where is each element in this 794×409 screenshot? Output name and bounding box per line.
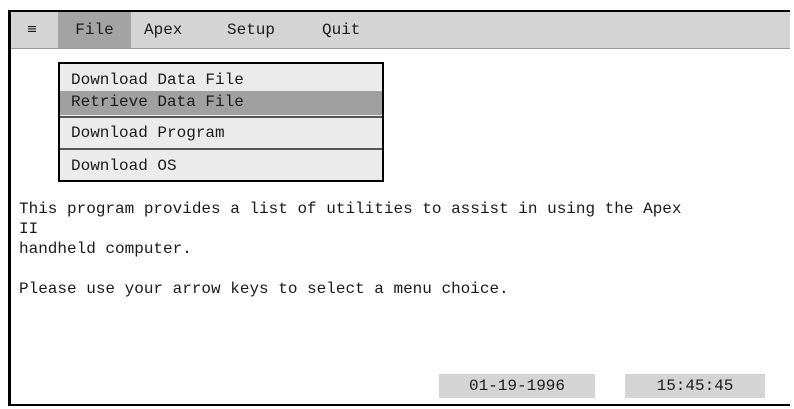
application-window: ≡ File Apex Setup Quit Download Data Fil… — [8, 10, 790, 406]
time-display: 15:45:45 — [625, 374, 765, 398]
menu-separator — [60, 116, 382, 118]
menu-file[interactable]: File — [58, 12, 131, 48]
menu-setup[interactable]: Setup — [227, 12, 275, 48]
menu-item-download-data-file[interactable]: Download Data File — [60, 71, 382, 89]
menu-item-retrieve-data-file[interactable]: Retrieve Data File — [60, 91, 382, 115]
file-dropdown-menu: Download Data File Retrieve Data File Do… — [58, 62, 384, 182]
menu-quit[interactable]: Quit — [322, 12, 360, 48]
instruction-text: Please use your arrow keys to select a m… — [19, 280, 509, 298]
menu-item-download-os[interactable]: Download OS — [60, 157, 382, 175]
menu-bar: ≡ File Apex Setup Quit — [11, 12, 790, 49]
menu-apex[interactable]: Apex — [144, 12, 182, 48]
program-description: This program provides a list of utilitie… — [19, 200, 682, 258]
menu-item-download-program[interactable]: Download Program — [60, 124, 382, 142]
menu-separator — [60, 148, 382, 150]
system-menu-icon[interactable]: ≡ — [22, 12, 42, 48]
date-display: 01-19-1996 — [439, 374, 595, 398]
